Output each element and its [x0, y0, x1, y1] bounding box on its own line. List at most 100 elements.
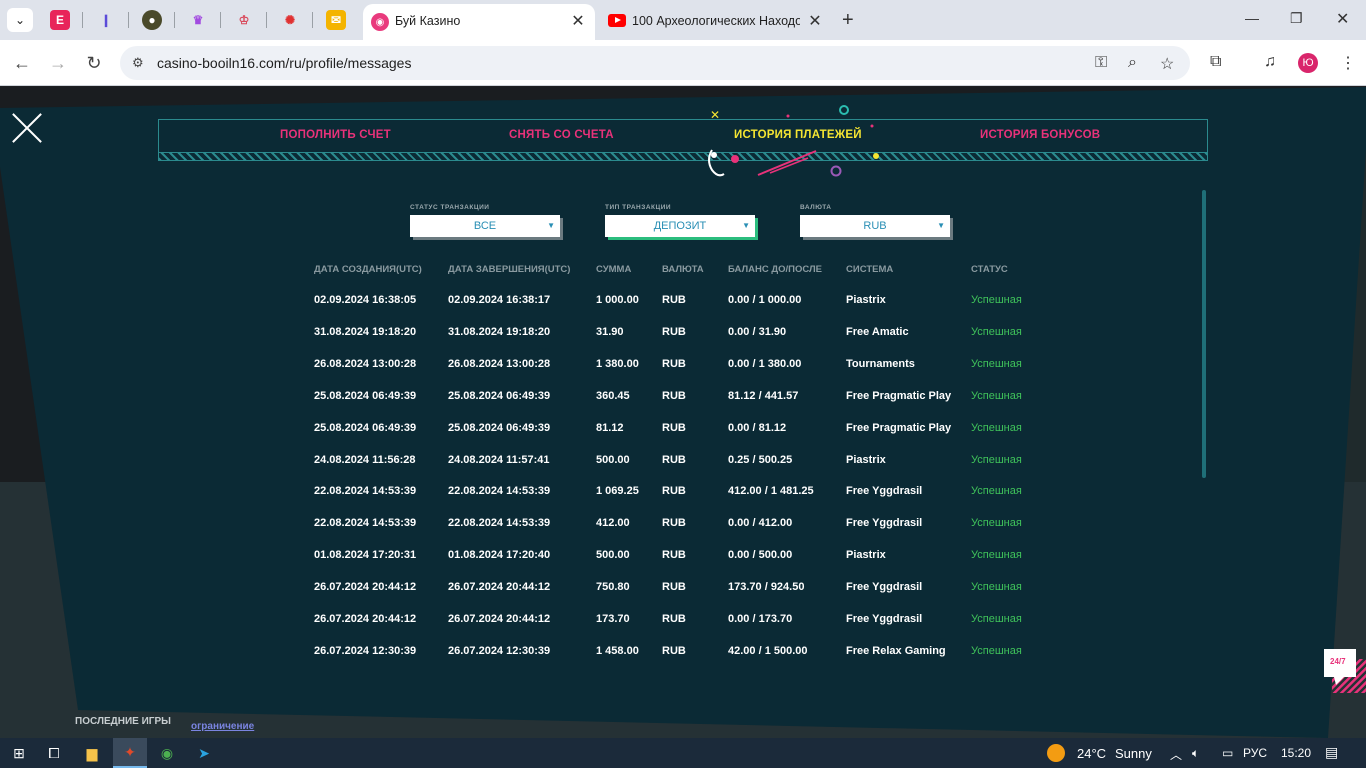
app-icon[interactable]: ✦ — [113, 738, 147, 768]
cell-currency: RUB — [662, 549, 686, 562]
browser-tab-bar: ⌄ E ❙ ● ♛ ♔ ✺ ✉ ◉ Буй Казино ✕ 100 Архео… — [0, 0, 1366, 40]
tab-title: 100 Археологических Находок — [632, 14, 800, 28]
back-button[interactable]: ← — [11, 52, 33, 74]
caret-down-icon: ▼ — [742, 221, 750, 230]
forward-button[interactable]: → — [47, 52, 69, 74]
cell-balance: 0.00 / 173.70 — [728, 613, 793, 625]
cell-amount: 81.12 — [596, 421, 624, 434]
cell-status: Успешная — [971, 389, 1022, 402]
tab-withdraw[interactable]: СНЯТЬ СО СЧЕТА — [509, 129, 614, 141]
tab-title: Буй Казино — [395, 14, 461, 28]
weather-temperature[interactable]: 24°C — [1077, 746, 1106, 761]
support-chat-button[interactable]: 24/7 — [1322, 647, 1366, 697]
tab-bonus-history[interactable]: ИСТОРИЯ БОНУСОВ — [980, 129, 1100, 141]
close-modal-button[interactable] — [10, 111, 44, 145]
clock[interactable]: 15:20 — [1281, 746, 1311, 760]
type-filter-select[interactable]: ДЕПОЗИТ ▼ — [605, 215, 755, 237]
browser-tab[interactable]: 100 Археологических Находок ✕ — [600, 4, 832, 40]
pinned-tab-yandex[interactable]: ❙ — [96, 10, 116, 30]
chrome-icon[interactable]: ◉ — [156, 743, 178, 763]
cell-system: Piastrix — [846, 453, 886, 466]
cell-created: 26.07.2024 20:44:12 — [314, 613, 417, 625]
currency-filter-label: ВАЛЮТА — [800, 204, 832, 211]
cell-status: Успешная — [971, 485, 1022, 498]
table-row: 26.07.2024 12:30:39 26.07.2024 12:30:39 1 … — [0, 645, 1366, 665]
cell-system: Piastrix — [846, 549, 886, 562]
minimize-button[interactable]: — — [1245, 10, 1259, 26]
restore-icon: ❐ — [1290, 10, 1303, 26]
pinned-tab-e[interactable]: E — [50, 10, 70, 30]
tab-deposit[interactable]: ПОПОЛНИТЬ СЧЕТ — [280, 129, 391, 141]
pinned-tab-crown-red[interactable]: ♔ — [234, 10, 254, 30]
address-bar[interactable]: ⚙ casino-booiln16.com/ru/profile/message… — [120, 46, 1190, 80]
cell-system: Piastrix — [846, 294, 886, 306]
new-tab-button[interactable]: + — [842, 9, 854, 32]
status-filter-select[interactable]: ВСЕ ▼ — [410, 215, 560, 237]
cell-balance: 412.00 / 1 481.25 — [728, 485, 814, 498]
pinned-tab-gear[interactable]: ✺ — [280, 10, 300, 30]
cell-status: Успешная — [971, 453, 1022, 466]
sun-weather-icon[interactable] — [1047, 744, 1065, 762]
weather-condition[interactable]: Sunny — [1115, 746, 1152, 761]
header-currency: ВАЛЮТА — [662, 264, 704, 275]
pinned-tab-mail[interactable]: ✉ — [326, 10, 346, 30]
task-view-icon[interactable]: ⧠ — [43, 743, 65, 763]
header-created-date: ДАТА СОЗДАНИЯ(UTC) — [314, 264, 422, 275]
close-icon[interactable]: ✕ — [569, 12, 587, 30]
table-row: 22.08.2024 14:53:39 22.08.2024 14:53:39 1 … — [0, 485, 1366, 505]
battery-icon[interactable]: ▭ — [1222, 746, 1233, 760]
cell-status: Успешная — [971, 294, 1022, 306]
cell-completed: 22.08.2024 14:53:39 — [448, 517, 551, 530]
window-close-button[interactable]: ✕ — [1336, 9, 1349, 29]
profile-avatar[interactable]: Ю — [1298, 53, 1318, 73]
cell-amount: 360.45 — [596, 389, 630, 402]
pinned-tab-crown[interactable]: ♛ — [188, 10, 208, 30]
cell-completed: 24.08.2024 11:57:41 — [448, 453, 550, 466]
notifications-icon[interactable]: ▤ — [1325, 744, 1338, 761]
cell-completed: 26.07.2024 20:44:12 — [448, 613, 551, 625]
bookmark-star-icon[interactable]: ☆ — [1160, 54, 1174, 74]
close-icon: ✕ — [1336, 11, 1350, 28]
windows-start-icon[interactable]: ⊞ — [8, 743, 30, 763]
windows-taskbar: ⊞ ⧠ ▆ ✦ ◉ ➤ 24°C Sunny ︿ 🔈︎ ▭ РУС 15:20 … — [0, 738, 1366, 768]
extensions-icon[interactable]: ⧉ — [1210, 53, 1221, 71]
pinned-tab-coin[interactable]: ● — [142, 10, 162, 30]
password-key-icon[interactable]: ⚿ — [1095, 54, 1107, 72]
table-row: 31.08.2024 19:18:20 31.08.2024 19:18:20 31… — [0, 326, 1366, 346]
zoom-icon[interactable]: ⌕ — [1128, 54, 1137, 72]
minimize-icon: — — [1245, 10, 1259, 26]
cell-system: Tournaments — [846, 357, 915, 370]
language-indicator[interactable]: РУС — [1243, 746, 1267, 760]
limit-link[interactable]: ограничение — [191, 721, 254, 732]
cell-currency: RUB — [662, 357, 686, 370]
type-filter-label: ТИП ТРАНЗАКЦИИ — [605, 204, 672, 211]
url-text[interactable]: casino-booiln16.com/ru/profile/messages — [157, 55, 411, 71]
reload-button[interactable]: ↻ — [83, 52, 105, 74]
cell-created: 26.07.2024 20:44:12 — [314, 581, 417, 594]
cell-amount: 412.00 — [596, 517, 630, 530]
close-icon[interactable]: ✕ — [806, 12, 824, 30]
browser-tab-active[interactable]: ◉ Буй Казино ✕ — [363, 4, 595, 40]
chevron-up-icon[interactable]: ︿ — [1170, 746, 1182, 763]
cell-system: Free Yggdrasil — [846, 581, 923, 594]
cell-status: Успешная — [971, 325, 1022, 338]
table-row: 26.08.2024 13:00:28 26.08.2024 13:00:28 1 … — [0, 358, 1366, 378]
site-settings-icon[interactable]: ⚙ — [132, 55, 144, 71]
media-control-icon[interactable]: ♫ — [1264, 53, 1276, 71]
speaker-icon[interactable]: 🔈︎ — [1192, 746, 1199, 761]
scrollbar[interactable] — [1202, 190, 1206, 478]
cell-balance: 81.12 / 441.57 — [728, 389, 799, 402]
telegram-icon[interactable]: ➤ — [193, 743, 215, 763]
menu-kebab-icon[interactable]: ⋮ — [1340, 53, 1356, 73]
currency-filter-select[interactable]: RUB ▼ — [800, 215, 950, 237]
cell-created: 25.08.2024 06:49:39 — [314, 389, 417, 402]
file-explorer-icon[interactable]: ▆ — [81, 743, 103, 763]
tab-separator — [82, 12, 83, 28]
tab-separator — [266, 12, 267, 28]
restore-button[interactable]: ❐ — [1290, 10, 1303, 27]
cell-balance: 0.00 / 81.12 — [728, 421, 787, 434]
cell-completed: 31.08.2024 19:18:20 — [448, 325, 551, 338]
cell-status: Успешная — [971, 357, 1022, 370]
cell-created: 26.07.2024 12:30:39 — [314, 644, 417, 657]
tab-search-button[interactable]: ⌄ — [7, 8, 33, 32]
